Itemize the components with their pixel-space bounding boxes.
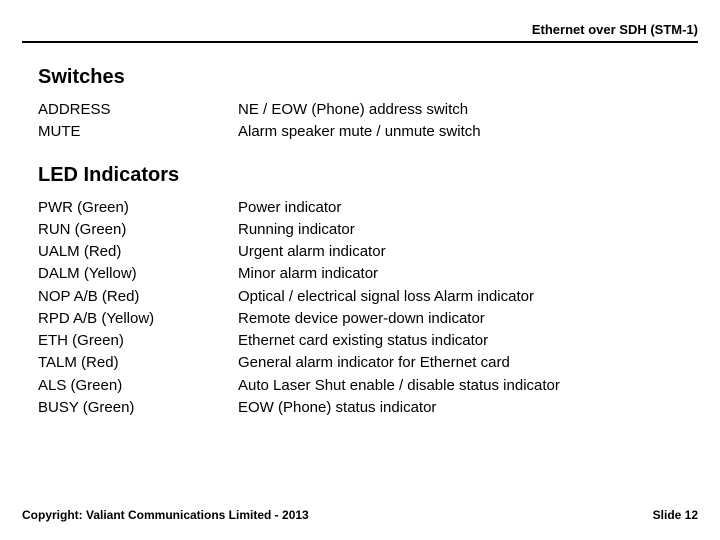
slide-number: Slide 12 (653, 508, 698, 522)
header-title: Ethernet over SDH (STM-1) (532, 22, 698, 37)
switch-desc: NE / EOW (Phone) address switch (238, 99, 690, 121)
led-desc: EOW (Phone) status indicator (238, 397, 690, 419)
switch-label: ADDRESS (38, 99, 238, 121)
table-row: DALM (Yellow) Minor alarm indicator (38, 263, 690, 285)
footer: Copyright: Valiant Communications Limite… (22, 508, 698, 522)
led-desc: Auto Laser Shut enable / disable status … (238, 375, 690, 397)
switches-heading: Switches (38, 66, 690, 89)
led-desc: Remote device power-down indicator (238, 308, 690, 330)
led-desc: Power indicator (238, 197, 690, 219)
copyright-text: Copyright: Valiant Communications Limite… (22, 508, 309, 522)
led-label: RUN (Green) (38, 219, 238, 241)
table-row: RPD A/B (Yellow) Remote device power-dow… (38, 308, 690, 330)
table-row: NOP A/B (Red) Optical / electrical signa… (38, 286, 690, 308)
table-row: UALM (Red) Urgent alarm indicator (38, 241, 690, 263)
table-row: RUN (Green) Running indicator (38, 219, 690, 241)
slide: Ethernet over SDH (STM-1) Switches ADDRE… (0, 0, 720, 540)
switch-label: MUTE (38, 121, 238, 143)
led-desc: Ethernet card existing status indicator (238, 330, 690, 352)
table-row: PWR (Green) Power indicator (38, 197, 690, 219)
led-desc: General alarm indicator for Ethernet car… (238, 352, 690, 374)
led-label: BUSY (Green) (38, 397, 238, 419)
switches-table: ADDRESS NE / EOW (Phone) address switch … (38, 99, 690, 144)
table-row: ADDRESS NE / EOW (Phone) address switch (38, 99, 690, 121)
header-bar: Ethernet over SDH (STM-1) (22, 22, 698, 43)
led-label: ALS (Green) (38, 375, 238, 397)
led-label: ETH (Green) (38, 330, 238, 352)
leds-heading: LED Indicators (38, 164, 690, 187)
led-label: NOP A/B (Red) (38, 286, 238, 308)
led-desc: Urgent alarm indicator (238, 241, 690, 263)
table-row: ETH (Green) Ethernet card existing statu… (38, 330, 690, 352)
table-row: MUTE Alarm speaker mute / unmute switch (38, 121, 690, 143)
switch-desc: Alarm speaker mute / unmute switch (238, 121, 690, 143)
table-row: BUSY (Green) EOW (Phone) status indicato… (38, 397, 690, 419)
led-label: UALM (Red) (38, 241, 238, 263)
content-area: Switches ADDRESS NE / EOW (Phone) addres… (38, 58, 690, 419)
table-row: ALS (Green) Auto Laser Shut enable / dis… (38, 375, 690, 397)
led-desc: Optical / electrical signal loss Alarm i… (238, 286, 690, 308)
led-label: DALM (Yellow) (38, 263, 238, 285)
table-row: TALM (Red) General alarm indicator for E… (38, 352, 690, 374)
led-label: RPD A/B (Yellow) (38, 308, 238, 330)
leds-table: PWR (Green) Power indicator RUN (Green) … (38, 197, 690, 420)
led-label: PWR (Green) (38, 197, 238, 219)
led-desc: Running indicator (238, 219, 690, 241)
led-desc: Minor alarm indicator (238, 263, 690, 285)
led-label: TALM (Red) (38, 352, 238, 374)
